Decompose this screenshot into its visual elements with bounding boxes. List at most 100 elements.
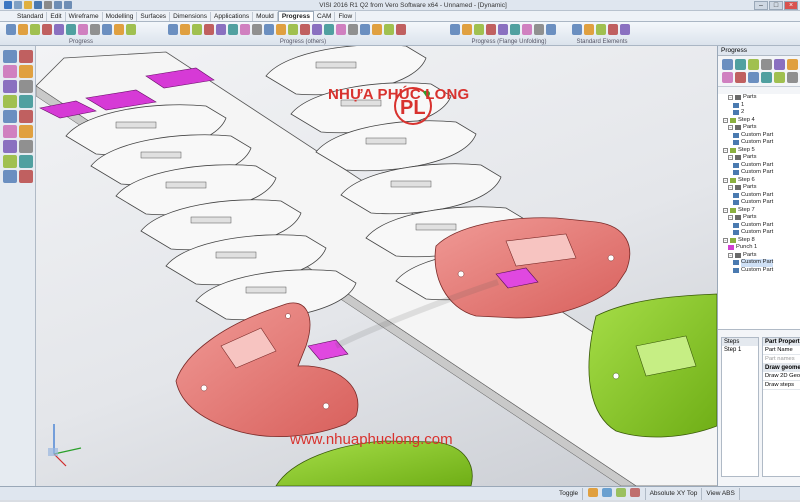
tree-node[interactable]: − Step 8 bbox=[718, 237, 800, 245]
3d-viewport[interactable]: PL NHỰA PHÚC LONG www.nhuaphuclong.com bbox=[36, 46, 717, 486]
tab-edit[interactable]: Edit bbox=[47, 12, 66, 21]
tab-wireframe[interactable]: Wireframe bbox=[66, 12, 103, 21]
ribbon-tool-icon[interactable] bbox=[498, 24, 508, 35]
tree-node[interactable]: Punch 1 bbox=[718, 244, 800, 252]
toggle-label[interactable]: Toggle bbox=[555, 487, 584, 500]
left-tool-icon[interactable] bbox=[19, 65, 33, 78]
ribbon-tool-icon[interactable] bbox=[54, 24, 64, 35]
tree-node[interactable]: − Step 7 bbox=[718, 207, 800, 215]
tree-expander-icon[interactable]: − bbox=[723, 117, 728, 123]
ribbon-tool-icon[interactable] bbox=[534, 24, 544, 35]
render-icon[interactable] bbox=[629, 487, 640, 497]
tree-expander-icon[interactable]: − bbox=[728, 215, 733, 221]
minimize-button[interactable]: – bbox=[754, 0, 768, 10]
ribbon-tool-icon[interactable] bbox=[486, 24, 496, 35]
ribbon-tool-icon[interactable] bbox=[42, 24, 52, 35]
tree-expander-icon[interactable]: − bbox=[728, 125, 733, 131]
redo-icon[interactable] bbox=[64, 1, 72, 9]
ribbon-tool-icon[interactable] bbox=[18, 24, 28, 35]
quick-access-toolbar[interactable] bbox=[0, 1, 72, 9]
maximize-button[interactable]: □ bbox=[769, 0, 783, 10]
ribbon-tool-icon[interactable] bbox=[114, 24, 124, 35]
ribbon-tool-icon[interactable] bbox=[462, 24, 472, 35]
left-tool-icon[interactable] bbox=[3, 65, 17, 78]
tree-node[interactable]: Custom Part bbox=[718, 222, 800, 230]
panel-tool-icon[interactable] bbox=[735, 59, 746, 70]
open-icon[interactable] bbox=[24, 1, 32, 9]
tree-node[interactable]: − Parts bbox=[718, 214, 800, 222]
ribbon-tool-icon[interactable] bbox=[192, 24, 202, 35]
tree-node[interactable]: Custom Part bbox=[718, 259, 800, 267]
left-tool-icon[interactable] bbox=[19, 170, 33, 183]
tree-node[interactable]: Custom Part bbox=[718, 132, 800, 140]
tree-node[interactable]: − Parts bbox=[718, 124, 800, 132]
left-tool-icon[interactable] bbox=[19, 125, 33, 138]
tree-expander-icon[interactable]: − bbox=[728, 252, 733, 258]
tree-node[interactable]: Custom Part bbox=[718, 139, 800, 147]
close-button[interactable]: × bbox=[784, 0, 798, 10]
left-tool-icon[interactable] bbox=[3, 125, 17, 138]
draw-geometries-header[interactable]: Draw geometries bbox=[763, 364, 800, 372]
strip-layout-model[interactable] bbox=[36, 46, 717, 486]
tree-node[interactable]: Custom Part bbox=[718, 199, 800, 207]
tree-expander-icon[interactable]: − bbox=[723, 177, 728, 183]
layer-icon[interactable] bbox=[615, 487, 626, 497]
ribbon-tool-icon[interactable] bbox=[450, 24, 460, 35]
ribbon-tool-icon[interactable] bbox=[204, 24, 214, 35]
tab-cam[interactable]: CAM bbox=[314, 12, 336, 21]
ribbon-tool-icon[interactable] bbox=[78, 24, 88, 35]
panel-tool-icon[interactable] bbox=[774, 72, 785, 83]
ribbon-tool-icon[interactable] bbox=[348, 24, 358, 35]
app-icon[interactable] bbox=[4, 1, 12, 9]
tree-node[interactable]: Custom Part bbox=[718, 192, 800, 200]
left-tool-icon[interactable] bbox=[19, 80, 33, 93]
ribbon-tool-icon[interactable] bbox=[264, 24, 274, 35]
tree-expander-icon[interactable]: − bbox=[723, 237, 728, 243]
ribbon-tool-icon[interactable] bbox=[360, 24, 370, 35]
tab-dimensions[interactable]: Dimensions bbox=[170, 12, 212, 21]
ribbon-tool-icon[interactable] bbox=[90, 24, 100, 35]
tab-progress[interactable]: Progress bbox=[277, 11, 314, 21]
ribbon-tool-icon[interactable] bbox=[102, 24, 112, 35]
ribbon-tool-icon[interactable] bbox=[66, 24, 76, 35]
panel-tool-icon[interactable] bbox=[722, 59, 733, 70]
left-tool-icon[interactable] bbox=[3, 170, 17, 183]
left-tool-icon[interactable] bbox=[3, 155, 17, 168]
ribbon-tool-icon[interactable] bbox=[372, 24, 382, 35]
tree-node[interactable]: − Step 6 bbox=[718, 177, 800, 185]
steps-list[interactable]: Steps Step 1 bbox=[721, 337, 759, 477]
part-properties-header[interactable]: Part Properties bbox=[763, 338, 800, 346]
panel-tool-icon[interactable] bbox=[748, 72, 759, 83]
ribbon-tool-icon[interactable] bbox=[300, 24, 310, 35]
ribbon-tool-icon[interactable] bbox=[126, 24, 136, 35]
ribbon-tool-icon[interactable] bbox=[584, 24, 594, 35]
tab-standard[interactable]: Standard bbox=[14, 12, 48, 21]
left-tool-icon[interactable] bbox=[19, 110, 33, 123]
tree-expander-icon[interactable]: − bbox=[728, 95, 733, 101]
ribbon-tool-icon[interactable] bbox=[620, 24, 630, 35]
view-readout[interactable]: Absolute XY Top bbox=[646, 487, 703, 500]
tree-node[interactable]: − Step 4 bbox=[718, 117, 800, 125]
ribbon-tool-icon[interactable] bbox=[240, 24, 250, 35]
ribbon-tool-icon[interactable] bbox=[228, 24, 238, 35]
ribbon-tool-icon[interactable] bbox=[312, 24, 322, 35]
ribbon-tool-icon[interactable] bbox=[276, 24, 286, 35]
draw-2d-geometry-field[interactable]: Draw 2D Geometry bbox=[763, 372, 800, 381]
panel-tool-icon[interactable] bbox=[748, 59, 759, 70]
tree-node[interactable]: 2 bbox=[718, 109, 800, 117]
ribbon-tool-icon[interactable] bbox=[474, 24, 484, 35]
ribbon-tool-icon[interactable] bbox=[30, 24, 40, 35]
progress-tree[interactable]: − Parts 1 2− Step 4− Parts Custom Part Custom P… bbox=[718, 94, 800, 330]
save-icon[interactable] bbox=[34, 1, 42, 9]
tab-modelling[interactable]: Modelling bbox=[103, 12, 138, 21]
left-tool-icon[interactable] bbox=[3, 50, 17, 63]
left-tool-icon[interactable] bbox=[19, 50, 33, 63]
left-tool-icon[interactable] bbox=[3, 110, 17, 123]
ribbon-tool-icon[interactable] bbox=[510, 24, 520, 35]
ribbon-tool-icon[interactable] bbox=[572, 24, 582, 35]
left-tool-icon[interactable] bbox=[19, 155, 33, 168]
panel-tool-icon[interactable] bbox=[722, 72, 733, 83]
ribbon-tool-icon[interactable] bbox=[216, 24, 226, 35]
panel-tool-icon[interactable] bbox=[761, 59, 772, 70]
left-tool-icon[interactable] bbox=[19, 140, 33, 153]
